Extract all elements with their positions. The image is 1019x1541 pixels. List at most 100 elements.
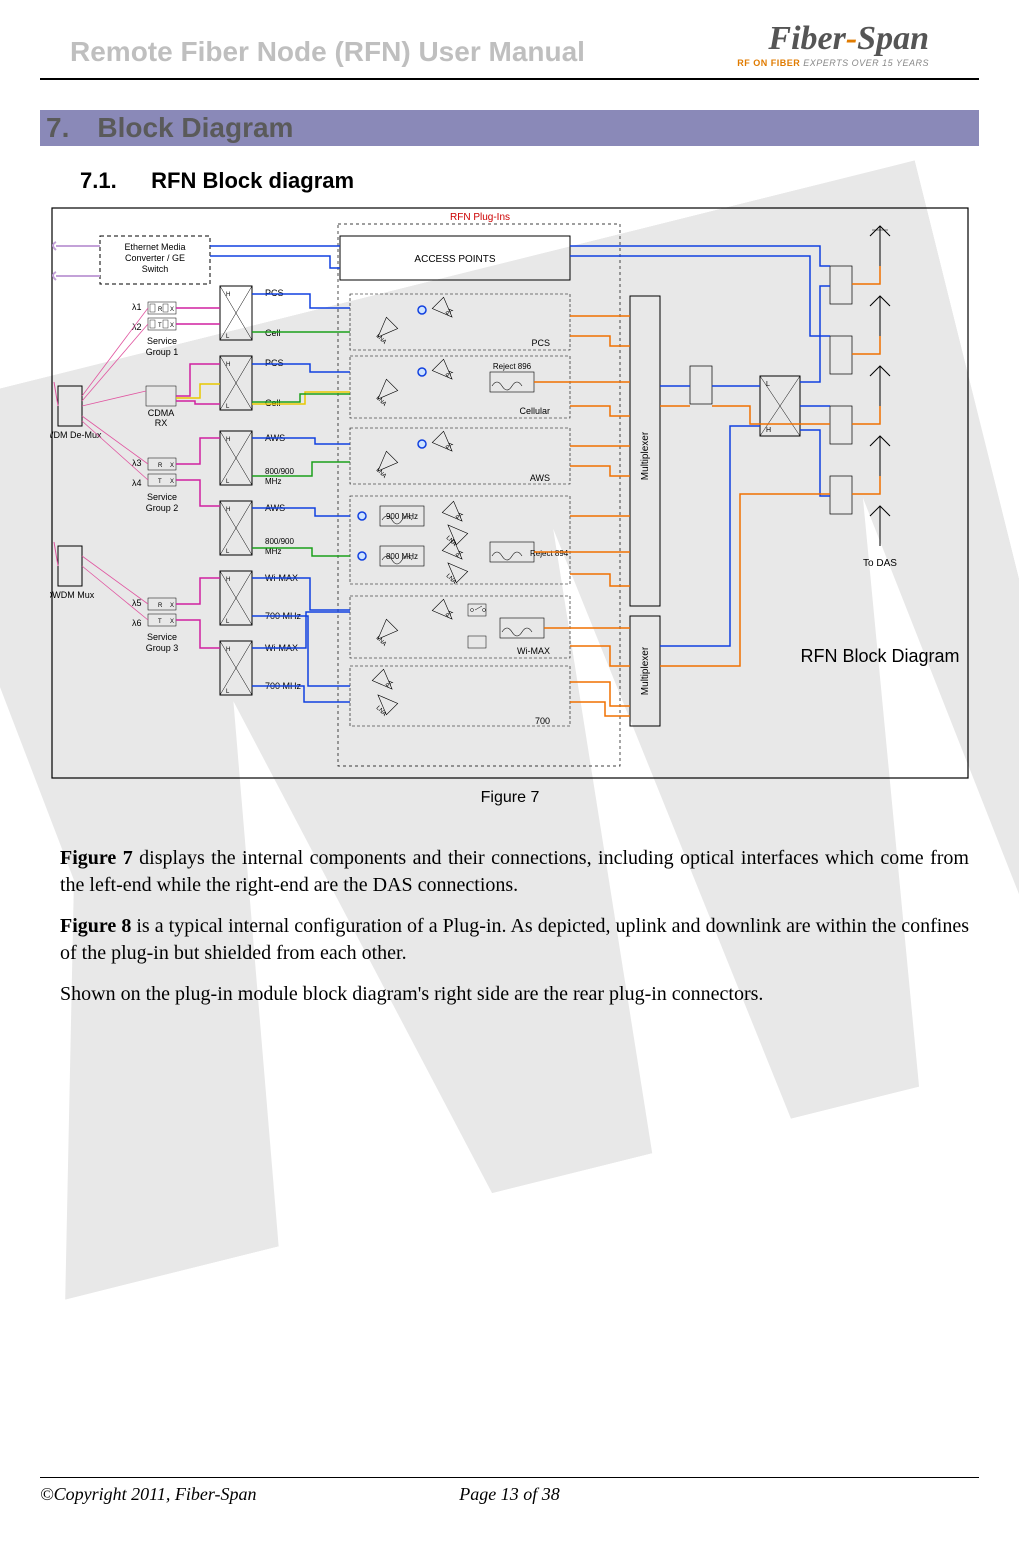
paragraph-3: Shown on the plug-in module block diagra… [60,981,969,1008]
svg-text:L: L [226,689,230,695]
figure7-ref: Figure 7 [60,847,133,869]
access-points-label: ACCESS POINTS [414,254,495,265]
aws-plugin-label: AWS [530,473,550,483]
900mhz-label: 900 MHz [386,512,418,521]
section-number: 7. [46,112,69,144]
logo-sub-accent: RF ON FIBER [737,58,800,68]
page-number: Page 13 of 38 [40,1484,979,1505]
logo-main: Fiber-Span [737,20,929,58]
lambda5-label: λ5 [132,598,142,608]
svg-text:PA: PA [455,512,465,522]
svg-text:PA: PA [445,442,455,452]
svg-text:L: L [226,479,230,485]
reject894-label: Reject 894 [530,549,569,558]
svg-text:H: H [766,427,771,434]
lambda6-label: λ6 [132,618,142,628]
page-footer: ©Copyright 2011, Fiber-Span Page 13 of 3… [40,1477,979,1505]
body-text: Figure 7 displays the internal component… [60,845,969,1008]
multiplexer-2-label: Multiplexer [640,646,651,695]
svg-text:X: X [170,479,174,485]
svg-text:PA: PA [445,370,455,380]
plugins-label: RFN Plug-Ins [450,212,510,223]
sg1-label-2: Group 1 [146,347,179,357]
mhz-label-1: MHz [265,477,281,486]
logo: Fiber-Span RF ON FIBER EXPERTS OVER 15 Y… [737,20,929,68]
svg-text:H: H [226,577,230,583]
to-das-label: To DAS [863,558,897,569]
svg-text:L: L [226,549,230,555]
figure8-ref: Figure 8 [60,915,131,937]
multiplexer-1-label: Multiplexer [640,431,651,480]
svg-text:PA: PA [445,308,455,318]
paragraph-1: Figure 7 displays the internal component… [60,845,969,899]
ethernet-label-2: Converter / GE [125,253,185,263]
p1-rest: displays the internal components and the… [60,847,969,896]
lambda1-label: λ1 [132,302,142,312]
svg-text:H: H [226,507,230,513]
cdma-2: RX [155,418,168,428]
diagram-title: RFN Block Diagram [800,646,959,666]
svg-text:X: X [170,603,174,609]
svg-text:R: R [158,603,163,609]
svg-text:X: X [170,323,174,329]
svg-text:R: R [158,307,163,313]
svg-text:LNA: LNA [375,467,387,479]
block-diagram: RFN Plug-Ins Ethernet Media Converter / … [50,206,969,821]
svg-text:X: X [170,307,174,313]
cell-label-1: Cell [265,328,281,338]
logo-sub-rest: EXPERTS OVER 15 YEARS [800,58,929,68]
subsection-number: 7.1. [80,168,117,194]
svg-text:T: T [158,479,162,485]
reject896-label: Reject 896 [493,362,532,371]
svg-text:L: L [226,619,230,625]
figure-caption: Figure 7 [481,789,540,806]
svg-text:PA: PA [445,610,455,620]
ethernet-label-3: Switch [142,264,169,274]
logo-text-2: Span [857,20,929,57]
800mhz-label: 800 MHz [386,552,418,561]
logo-dash: - [846,20,857,57]
svg-text:LNA: LNA [375,705,387,717]
manual-title: Remote Fiber Node (RFN) User Manual [70,36,585,68]
svg-text:LNA: LNA [375,635,387,647]
cdma-1: CDMA [148,408,175,418]
wimax-plugin-label: Wi-MAX [517,646,550,656]
svg-text:LNA: LNA [375,395,387,407]
svg-text:H: H [226,292,230,298]
700-plugin-label: 700 [535,716,550,726]
lambda4-label: λ4 [132,478,142,488]
pcs-label-1: PCS [265,288,284,298]
svg-text:PA: PA [385,680,395,690]
svg-text:H: H [226,647,230,653]
svg-text:L: L [766,381,770,388]
svg-text:LNA: LNA [375,333,387,345]
section-title: Block Diagram [97,112,293,144]
svg-text:PA: PA [455,550,465,560]
svg-text:X: X [170,619,174,625]
dwdm-mux-label: DWDM Mux [50,590,95,600]
svg-text:L: L [226,404,230,410]
svg-text:H: H [226,362,230,368]
p2-rest: is a typical internal configuration of a… [60,915,969,964]
sg1-label-1: Service [147,336,177,346]
sg3-label-2: Group 3 [146,643,179,653]
diagram-svg: RFN Plug-Ins Ethernet Media Converter / … [50,206,970,816]
800900-label-1: 800/900 [265,467,294,476]
800900-label-2: 800/900 [265,537,294,546]
sg2-label-1: Service [147,492,177,502]
svg-text:L: L [226,334,230,340]
svg-text:X: X [170,463,174,469]
pcs-plugin-label: PCS [531,338,550,348]
cell-label-2: Cell [265,398,281,408]
logo-subtitle: RF ON FIBER EXPERTS OVER 15 YEARS [737,58,929,68]
sg3-label-1: Service [147,632,177,642]
subsection-title: RFN Block diagram [151,168,354,194]
pcs-label-2: PCS [265,358,284,368]
svg-text:T: T [158,619,162,625]
paragraph-2: Figure 8 is a typical internal configura… [60,913,969,967]
subsection-heading: 7.1. RFN Block diagram [80,168,979,194]
page-header: Remote Fiber Node (RFN) User Manual Fibe… [40,0,979,80]
ethernet-label-1: Ethernet Media [124,242,185,252]
logo-text-1: Fiber [768,20,845,57]
svg-text:H: H [226,437,230,443]
